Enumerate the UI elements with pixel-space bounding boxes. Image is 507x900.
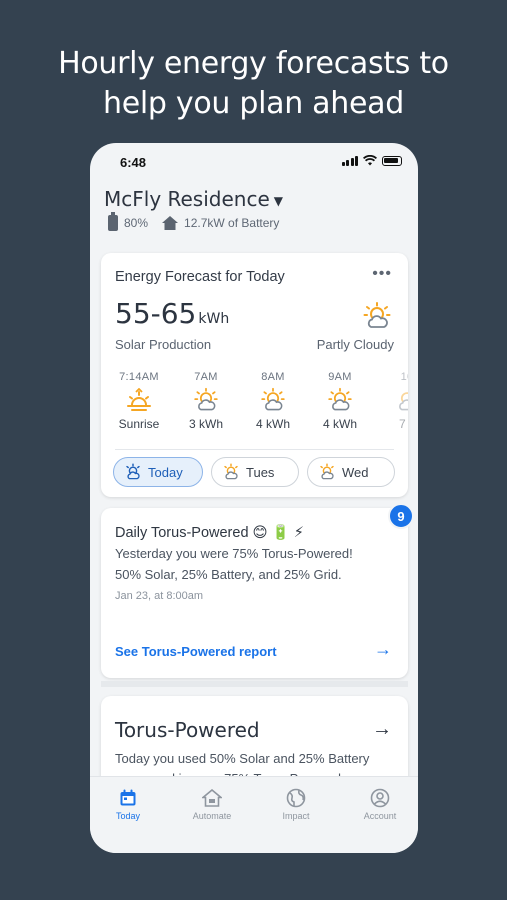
status-bar: 6:48 — [90, 143, 418, 181]
signal-icon — [341, 155, 358, 166]
hour-item: 7:14AM Sunrise — [109, 371, 169, 431]
tab-label: Today — [115, 811, 141, 821]
partly-cloudy-icon — [363, 302, 391, 328]
daily-torus-date: Jan 23, at 8:00am — [115, 590, 204, 602]
tab-label: Impact — [282, 811, 310, 821]
partly-cloudy-icon — [261, 387, 285, 411]
globe-icon — [286, 788, 306, 808]
tab-label: Automate — [192, 811, 232, 821]
hour-value: 4 kWh — [322, 417, 357, 431]
chip-today[interactable]: Today — [113, 457, 203, 487]
hour-time: 10 — [400, 371, 408, 383]
hour-value: 4 kWh — [255, 417, 290, 431]
weather-label: Partly Cloudy — [316, 337, 394, 352]
day-selector: Today Tues Wed — [113, 457, 395, 487]
chip-label: Today — [148, 464, 183, 480]
hour-value: Sunrise — [118, 417, 160, 431]
daily-torus-line-1: Yesterday you were 75% Torus-Powered! — [115, 546, 353, 561]
hour-time: 7:14AM — [119, 371, 159, 383]
battery-icon — [108, 212, 118, 231]
wifi-icon — [363, 155, 377, 166]
battery-percent: 80% — [124, 216, 149, 230]
chip-label: Tues — [246, 464, 275, 480]
torus-powered-line-1: Today you used 50% Solar and 25% Battery — [115, 751, 370, 766]
hour-item: 10 7 k — [377, 371, 408, 431]
home-icon — [202, 789, 222, 807]
caret-down-icon: ▼ — [273, 193, 283, 208]
residence-name: McFly Residence — [104, 187, 270, 211]
chip-tues[interactable]: Tues — [211, 457, 299, 487]
tab-automate[interactable]: Automate — [172, 785, 252, 821]
bottom-tab-bar: Today Automate Impact Account — [90, 776, 418, 853]
daily-torus-card[interactable]: Daily Torus-Powered 😊 🔋 ⚡ Yesterday you … — [101, 508, 408, 678]
tab-today[interactable]: Today — [90, 785, 168, 821]
hour-value: 3 kWh — [188, 417, 223, 431]
energy-forecast-card[interactable]: Energy Forecast for Today ••• 55-65 kWh S… — [101, 253, 408, 497]
hour-item: 7AM 3 kWh — [176, 371, 236, 431]
tab-label: Account — [363, 811, 397, 821]
headline-line-1: Hourly energy forecasts to — [58, 46, 449, 81]
battery-status-icon — [382, 155, 402, 166]
status-icons — [341, 155, 402, 166]
hour-time: 9AM — [328, 371, 352, 383]
sunrise-icon — [127, 388, 151, 411]
headline-line-2: help you plan ahead — [103, 86, 404, 121]
divider — [115, 449, 394, 450]
solar-production-label: Solar Production — [115, 337, 212, 352]
battery-kw: 12.7kW of Battery — [184, 216, 280, 230]
hour-item: 9AM 4 kWh — [310, 371, 370, 431]
tab-impact[interactable]: Impact — [256, 785, 336, 821]
more-options-icon[interactable]: ••• — [372, 265, 392, 283]
partly-cloudy-icon — [194, 387, 218, 411]
partly-cloudy-icon — [328, 387, 352, 411]
marketing-headline: Hourly energy forecasts to help you plan… — [0, 44, 507, 124]
daily-torus-line-2: 50% Solar, 25% Battery, and 25% Grid. — [115, 567, 342, 582]
torus-powered-title: Torus-Powered — [115, 718, 260, 742]
hourly-forecast-strip[interactable]: 7:14AM Sunrise 7AM 3 kWh 8AM 4 kWh 9AM 4… — [109, 371, 408, 441]
chip-label: Wed — [342, 464, 369, 480]
hour-value: 7 k — [398, 417, 408, 431]
forecast-range: 55-65 kWh — [115, 297, 229, 330]
partly-cloudy-icon — [320, 463, 334, 480]
forecast-title: Energy Forecast for Today — [115, 269, 285, 285]
forecast-unit: kWh — [198, 311, 230, 327]
partly-cloudy-icon — [399, 392, 408, 411]
hour-time: 8AM — [261, 371, 285, 383]
arrow-right-icon[interactable]: → — [374, 639, 392, 660]
daily-torus-title: Daily Torus-Powered 😊 🔋 ⚡ — [115, 525, 304, 541]
see-report-link[interactable]: See Torus-Powered report — [115, 644, 277, 659]
arrow-right-icon[interactable]: → — [372, 718, 392, 741]
residence-selector[interactable]: McFly Residence ▼ — [104, 187, 283, 211]
chip-wed[interactable]: Wed — [307, 457, 395, 487]
tab-account[interactable]: Account — [340, 785, 418, 821]
partly-cloudy-icon — [224, 463, 238, 480]
hour-time: 7AM — [194, 371, 218, 383]
status-time: 6:48 — [120, 155, 147, 170]
calendar-icon — [120, 789, 136, 806]
partly-cloudy-icon — [126, 463, 140, 480]
house-icon — [162, 216, 179, 230]
section-divider — [101, 681, 408, 687]
phone-screen: 6:48 McFly Residence ▼ 80% 12.7kW of Batt… — [90, 143, 418, 853]
forecast-range-value: 55-65 — [115, 297, 197, 330]
notification-badge: 9 — [388, 503, 414, 529]
battery-summary: 80% 12.7kW of Battery — [108, 212, 280, 231]
hour-item: 8AM 4 kWh — [243, 371, 303, 431]
person-icon — [370, 788, 390, 808]
